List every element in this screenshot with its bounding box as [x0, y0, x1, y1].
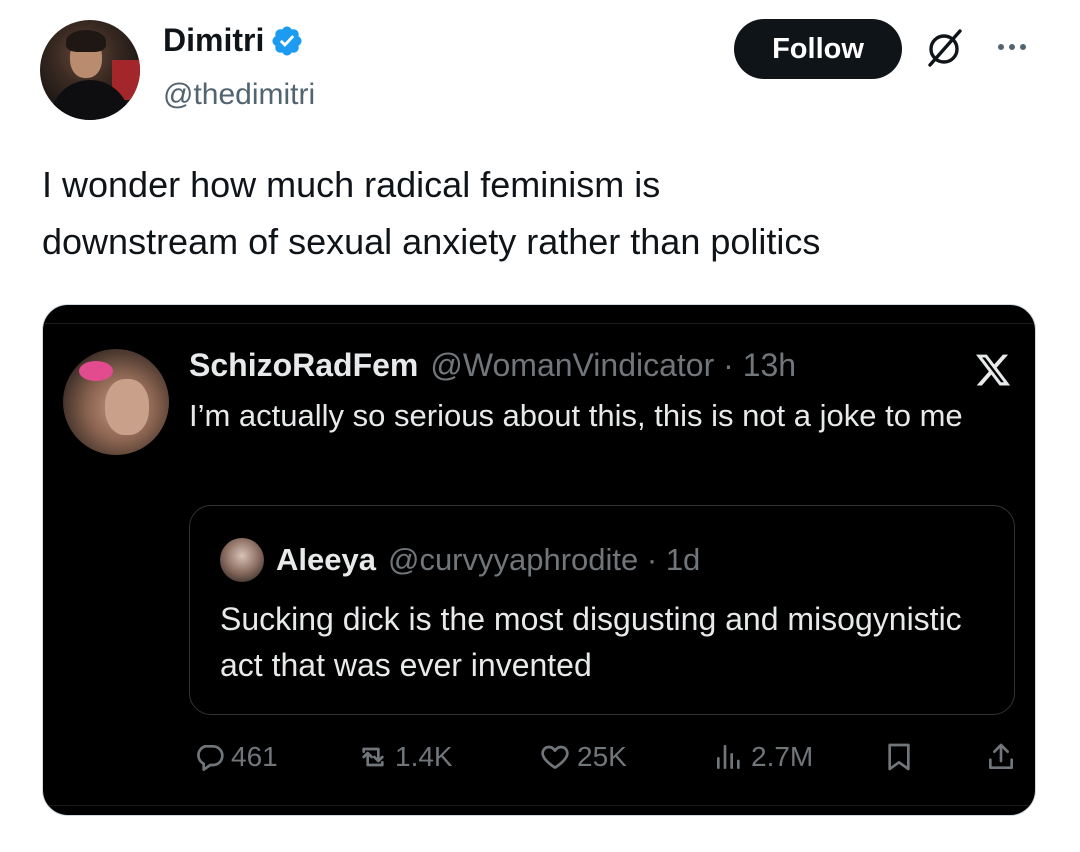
- views-count: 2.7M: [751, 741, 814, 772]
- more-dot: [1020, 44, 1026, 50]
- author-handle[interactable]: @thedimitri: [163, 78, 315, 112]
- avatar-hair-shape: [66, 30, 106, 52]
- bookmark-stat: [883, 735, 921, 779]
- reply-stat: 461: [193, 735, 278, 779]
- embedded-author-avatar: [63, 349, 169, 455]
- bookmark-icon: [888, 743, 910, 771]
- views-icon: [717, 745, 740, 769]
- verified-badge-icon: [272, 25, 302, 56]
- more-dot: [998, 44, 1004, 50]
- embedded-action-bar: 461 1.4K 25K 2.7M: [193, 735, 1019, 779]
- reply-icon: [197, 745, 224, 771]
- tweet-header: Dimitri @thedimitri Follow: [0, 0, 1080, 130]
- more-dot: [1009, 44, 1015, 50]
- reply-count: 461: [231, 741, 278, 772]
- repost-count: 1.4K: [395, 741, 453, 772]
- author-avatar[interactable]: [40, 20, 140, 120]
- repost-stat: 1.4K: [357, 735, 453, 779]
- tweet-text: I wonder how much radical feminism is do…: [42, 164, 821, 262]
- more-icon[interactable]: [992, 27, 1032, 67]
- embedded-tweet-text: I’m actually so serious about this, this…: [189, 398, 963, 433]
- heart-icon: [541, 745, 569, 769]
- embedded-display-name: SchizoRadFem: [189, 347, 419, 383]
- embedded-screenshot[interactable]: SchizoRadFem @WomanVindicator · 13h I’m …: [42, 304, 1036, 816]
- author-name-row: Dimitri: [163, 22, 304, 59]
- x-logo-icon: [975, 354, 1011, 386]
- quoted-tweet: Aleeya @curvyyaphrodite · 1d Sucking dic…: [189, 505, 1015, 715]
- avatar-bow-shape: [79, 361, 113, 381]
- like-stat: 25K: [539, 735, 627, 779]
- embedded-handle-time: @WomanVindicator · 13h: [430, 347, 797, 383]
- quoted-tweet-text: Sucking dick is the most disgusting and …: [220, 601, 962, 683]
- like-count: 25K: [577, 741, 627, 772]
- quoted-author-avatar: [220, 538, 264, 582]
- repost-icon: [362, 747, 384, 767]
- quoted-handle-time: @curvyyaphrodite · 1d: [387, 542, 701, 577]
- quoted-author-row: Aleeya @curvyyaphrodite · 1d: [276, 542, 700, 578]
- embedded-author-row: SchizoRadFem @WomanVindicator · 13h: [189, 347, 796, 384]
- follow-button[interactable]: Follow: [734, 19, 902, 79]
- share-stat: [985, 735, 1023, 779]
- avatar-face-shape: [105, 379, 149, 435]
- author-display-name[interactable]: Dimitri: [163, 22, 264, 59]
- quoted-display-name: Aleeya: [276, 542, 376, 577]
- share-icon: [989, 743, 1013, 769]
- grok-icon[interactable]: [922, 25, 968, 71]
- divider: [43, 805, 1035, 806]
- views-stat: 2.7M: [713, 735, 813, 779]
- divider: [43, 323, 1035, 324]
